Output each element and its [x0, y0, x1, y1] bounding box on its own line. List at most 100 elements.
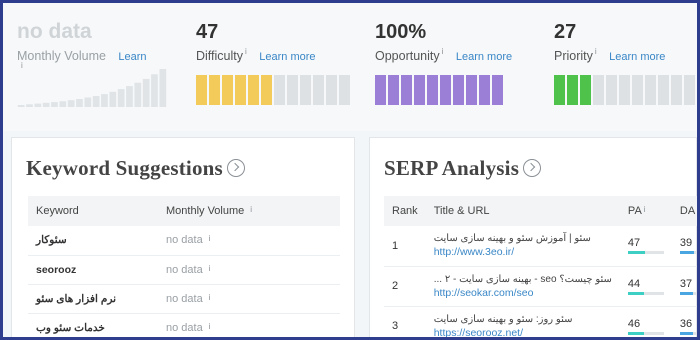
priority-bar-segment — [645, 75, 656, 105]
pa-bar-fill — [627, 291, 644, 295]
col-header-pa-label: PA — [627, 205, 642, 217]
table-row[interactable]: 1 سئو | آموزش سئو و بهینه سازی سایت http:/… — [384, 226, 697, 267]
result-title[interactable]: سئو روز: سئو و بهینه سازی سایت — [434, 313, 612, 326]
volume-chart-bar — [109, 91, 117, 107]
da-cell: 37 — [671, 266, 697, 307]
keyword-cell[interactable]: نرم افزار های سئو — [28, 284, 158, 314]
col-header-keyword[interactable]: Keyword — [28, 196, 158, 226]
difficulty-bar-segment — [287, 75, 298, 105]
col-header-monthly-volume[interactable]: Monthly Volume i — [158, 196, 340, 226]
difficulty-label: Difficulty — [196, 49, 244, 63]
volume-value: no data — [166, 263, 203, 276]
volume-info-icon[interactable]: i — [209, 293, 211, 302]
chevron-right-circle-icon[interactable] — [226, 159, 245, 178]
difficulty-info-icon[interactable]: i — [245, 47, 247, 56]
result-url-link[interactable]: http://seokar.com/seo — [434, 286, 612, 300]
keyword-cell[interactable]: خدمات سئو وب — [28, 313, 158, 337]
da-value: 36 — [679, 317, 693, 330]
keyword-cell[interactable]: seorooz — [28, 255, 158, 285]
priority-bar-segment — [593, 75, 604, 105]
da-info-icon[interactable]: i — [697, 205, 699, 214]
opportunity-bar-segment — [427, 75, 438, 105]
pa-value: 47 — [627, 237, 641, 250]
col-header-title-url[interactable]: Title & URL — [425, 196, 620, 226]
chevron-right-circle-icon[interactable] — [523, 159, 542, 178]
priority-bar-segment — [671, 75, 682, 105]
difficulty-bar-segment — [235, 75, 246, 105]
table-row[interactable]: نرم افزار های سئو no data i — [28, 284, 340, 314]
serp-analysis-panel: SERP Analysis Rank Title & URL PA i DA i 1… — [369, 137, 699, 338]
da-bar — [679, 251, 697, 255]
table-header-row: Keyword Monthly Volume i — [28, 196, 340, 226]
rank-cell: 3 — [384, 306, 426, 337]
volume-info-icon[interactable]: i — [209, 264, 211, 273]
opportunity-info-icon[interactable]: i — [442, 47, 444, 56]
opportunity-bar-segment — [388, 75, 399, 105]
opportunity-bar-segment — [492, 75, 503, 105]
serp-analysis-title: SERP Analysis — [384, 156, 520, 180]
keyword-cell[interactable]: سئوکار — [28, 226, 158, 256]
difficulty-bar-segment — [196, 75, 207, 105]
title-url-cell: سئو چیست؟ seo - بهینه سازی سایت - ۲ ... h… — [425, 266, 620, 307]
difficulty-bar-segment — [326, 75, 337, 105]
priority-learn-link[interactable]: Learn more — [609, 51, 665, 63]
difficulty-learn-link[interactable]: Learn more — [259, 51, 315, 63]
result-url-link[interactable]: https://seorooz.net/ — [434, 326, 612, 338]
priority-bar-segment — [554, 75, 565, 105]
table-row[interactable]: 2 سئو چیست؟ seo - بهینه سازی سایت - ۲ ...… — [384, 266, 697, 307]
priority-value: 27 — [554, 21, 577, 43]
difficulty-bar-segment — [209, 75, 220, 105]
pa-bar-fill — [627, 251, 645, 255]
pa-value: 46 — [627, 317, 641, 330]
col-header-pa[interactable]: PA i — [619, 196, 672, 226]
pa-bar — [627, 291, 664, 295]
opportunity-label: Opportunity — [375, 49, 440, 63]
da-cell: 39 — [671, 226, 697, 267]
monthly-volume-label: Monthly Volume — [17, 49, 106, 63]
opportunity-bar — [375, 75, 503, 105]
pa-bar — [627, 331, 664, 335]
result-title[interactable]: سئو چیست؟ seo - بهینه سازی سایت - ۲ ... — [434, 273, 612, 286]
volume-chart-bar — [84, 97, 92, 107]
volume-info-icon[interactable]: i — [209, 234, 211, 243]
volume-value: no data — [166, 234, 203, 247]
result-url-link[interactable]: http://www.3eo.ir/ — [434, 245, 612, 259]
priority-metric: 27 Priority i Learn more — [554, 21, 665, 63]
monthly-volume-value: no data — [17, 20, 92, 43]
priority-bar-segment — [684, 75, 695, 105]
col-header-rank[interactable]: Rank — [384, 196, 426, 226]
difficulty-metric: 47 Difficulty i Learn more — [196, 21, 316, 63]
rank-cell: 1 — [384, 226, 426, 267]
pa-cell: 44 — [619, 266, 672, 307]
priority-bar-segment — [567, 75, 578, 105]
rank-cell: 2 — [384, 266, 426, 307]
priority-info-icon[interactable]: i — [595, 47, 597, 56]
volume-info-icon[interactable]: i — [209, 322, 211, 331]
table-row[interactable]: seorooz no data i — [28, 255, 340, 285]
col-header-da[interactable]: DA i — [671, 196, 699, 226]
monthly-volume-learn-link[interactable]: Learn — [118, 51, 146, 63]
volume-chart-bar — [17, 105, 25, 107]
keyword-suggestions-heading[interactable]: Keyword Suggestions — [26, 156, 245, 181]
table-row[interactable]: 3 سئو روز: سئو و بهینه سازی سایت https://s… — [384, 306, 697, 338]
monthly-volume-header-info-icon[interactable]: i — [250, 205, 252, 214]
pa-info-icon[interactable]: i — [644, 205, 646, 214]
opportunity-metric: 100% Opportunity i Learn more — [375, 21, 512, 63]
monthly-volume-metric: no data Monthly Volume Learn — [17, 20, 147, 64]
volume-chart-bar — [151, 74, 158, 107]
difficulty-bar-segment — [261, 75, 272, 105]
volume-chart-bar — [92, 96, 100, 107]
table-row[interactable]: خدمات سئو وب no data i — [28, 313, 340, 337]
table-row[interactable]: سئوکار no data i — [28, 226, 340, 256]
result-title[interactable]: سئو | آموزش سئو و بهینه سازی سایت — [434, 232, 612, 245]
pa-cell: 46 — [619, 306, 672, 337]
volume-chart-bar — [101, 94, 108, 107]
opportunity-bar-segment — [401, 75, 412, 105]
volume-chart-bar — [142, 78, 150, 107]
keyword-suggestions-title: Keyword Suggestions — [26, 156, 223, 180]
serp-analysis-heading[interactable]: SERP Analysis — [384, 156, 542, 181]
opportunity-learn-link[interactable]: Learn more — [456, 51, 512, 63]
difficulty-bar-segment — [339, 75, 350, 105]
volume-value: no data — [166, 321, 203, 334]
opportunity-bar-segment — [479, 75, 490, 105]
